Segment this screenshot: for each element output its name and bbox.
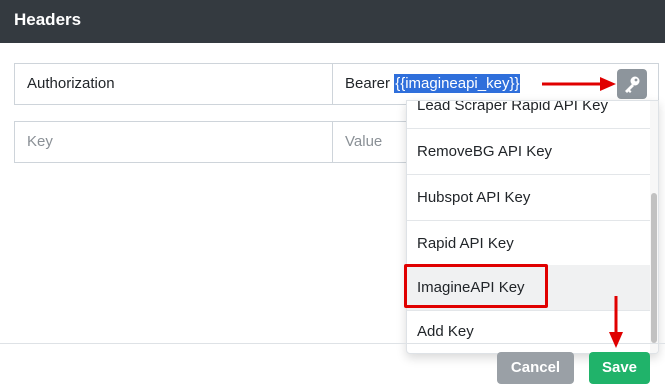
dropdown-item-hubspot[interactable]: Hubspot API Key xyxy=(407,175,650,221)
api-key-dropdown[interactable]: Lead Scraper Rapid API Key RemoveBG API … xyxy=(406,100,659,354)
header-name-input[interactable]: Authorization xyxy=(14,63,334,105)
selected-variable-text: {{imagineapi_key}} xyxy=(394,74,521,93)
dropdown-item-lead-scraper[interactable]: Lead Scraper Rapid API Key xyxy=(407,101,650,129)
panel-header: Headers xyxy=(0,0,665,43)
annotation-highlight-box xyxy=(404,264,548,308)
dropdown-scroll-thumb[interactable] xyxy=(651,193,657,343)
key-button[interactable] xyxy=(617,69,647,99)
value-prefix: Bearer xyxy=(345,75,395,92)
cancel-button[interactable]: Cancel xyxy=(497,352,574,384)
key-icon xyxy=(625,76,640,93)
dropdown-scrollbar[interactable] xyxy=(650,101,658,353)
key-input[interactable]: Key xyxy=(14,121,334,163)
save-button[interactable]: Save xyxy=(589,352,650,384)
footer-divider xyxy=(0,343,665,344)
header-value-input[interactable]: Bearer {{imagineapi_key}} xyxy=(332,63,659,105)
panel-title: Headers xyxy=(14,10,82,29)
dropdown-item-add-key[interactable]: Add Key xyxy=(407,309,650,353)
dropdown-item-removebg[interactable]: RemoveBG API Key xyxy=(407,129,650,175)
dropdown-item-rapid[interactable]: Rapid API Key xyxy=(407,221,650,267)
